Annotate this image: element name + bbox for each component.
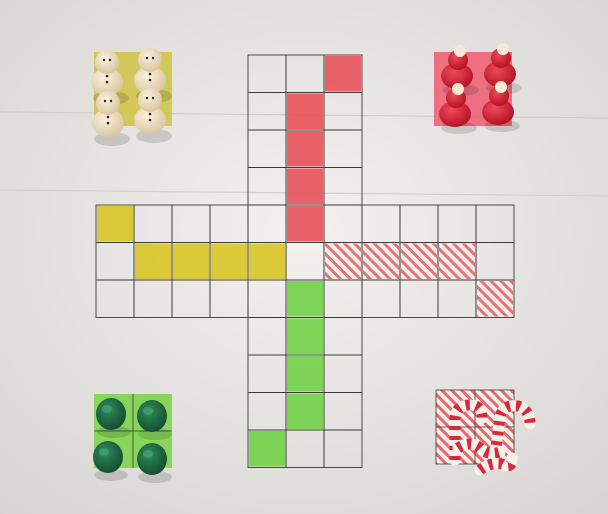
colored-cell xyxy=(287,206,323,242)
snowman-eye xyxy=(145,96,149,100)
snowman-button xyxy=(105,80,109,84)
snowman-head xyxy=(96,91,120,115)
colored-cell xyxy=(363,243,399,279)
tree-highlight xyxy=(102,405,112,413)
colored-cell xyxy=(325,243,361,279)
colored-cell xyxy=(211,243,247,279)
colored-cell xyxy=(325,56,361,92)
snowman-eye xyxy=(145,56,149,60)
colored-cell xyxy=(287,318,323,354)
snowman-button xyxy=(106,115,110,119)
colored-cell xyxy=(287,356,323,392)
snowman-button xyxy=(148,72,152,76)
tree-body xyxy=(93,441,123,473)
snowman-eye xyxy=(108,58,112,62)
paper-background xyxy=(0,0,608,514)
tree-highlight xyxy=(99,448,109,456)
snowman-eye xyxy=(103,99,107,103)
colored-cell xyxy=(287,168,323,204)
snowman-eye xyxy=(109,99,113,103)
snowman-eye xyxy=(151,56,155,60)
colored-cell xyxy=(287,281,323,317)
snowman-button xyxy=(148,118,152,122)
snowman-head xyxy=(95,50,119,74)
snowman-button xyxy=(148,112,152,116)
snowman-eye xyxy=(151,96,155,100)
snowman-button xyxy=(148,78,152,82)
colored-cell xyxy=(173,243,209,279)
colored-cell xyxy=(401,243,437,279)
tree-highlight xyxy=(143,407,153,415)
colored-cell xyxy=(477,281,513,317)
snowman-head xyxy=(138,88,162,112)
santa-hat-pompom xyxy=(495,81,507,93)
tree-body xyxy=(137,400,167,432)
santa-hat-pompom xyxy=(497,43,509,55)
santa-hat-pompom xyxy=(452,83,464,95)
colored-cell xyxy=(439,243,475,279)
tree-highlight xyxy=(143,450,153,458)
board-photo xyxy=(0,0,608,514)
colored-cell xyxy=(249,431,285,467)
colored-cell xyxy=(287,131,323,167)
snowman-head xyxy=(138,48,162,72)
colored-cell xyxy=(287,393,323,429)
colored-cell xyxy=(287,93,323,129)
tree-body xyxy=(137,443,167,475)
snowman-eye xyxy=(102,58,106,62)
santa-hat-pompom xyxy=(454,45,466,57)
snowman-button xyxy=(106,121,110,125)
colored-cell xyxy=(249,243,285,279)
colored-cell xyxy=(135,243,171,279)
colored-cell xyxy=(97,206,133,242)
tree-body xyxy=(96,398,126,430)
snowman-button xyxy=(105,74,109,78)
